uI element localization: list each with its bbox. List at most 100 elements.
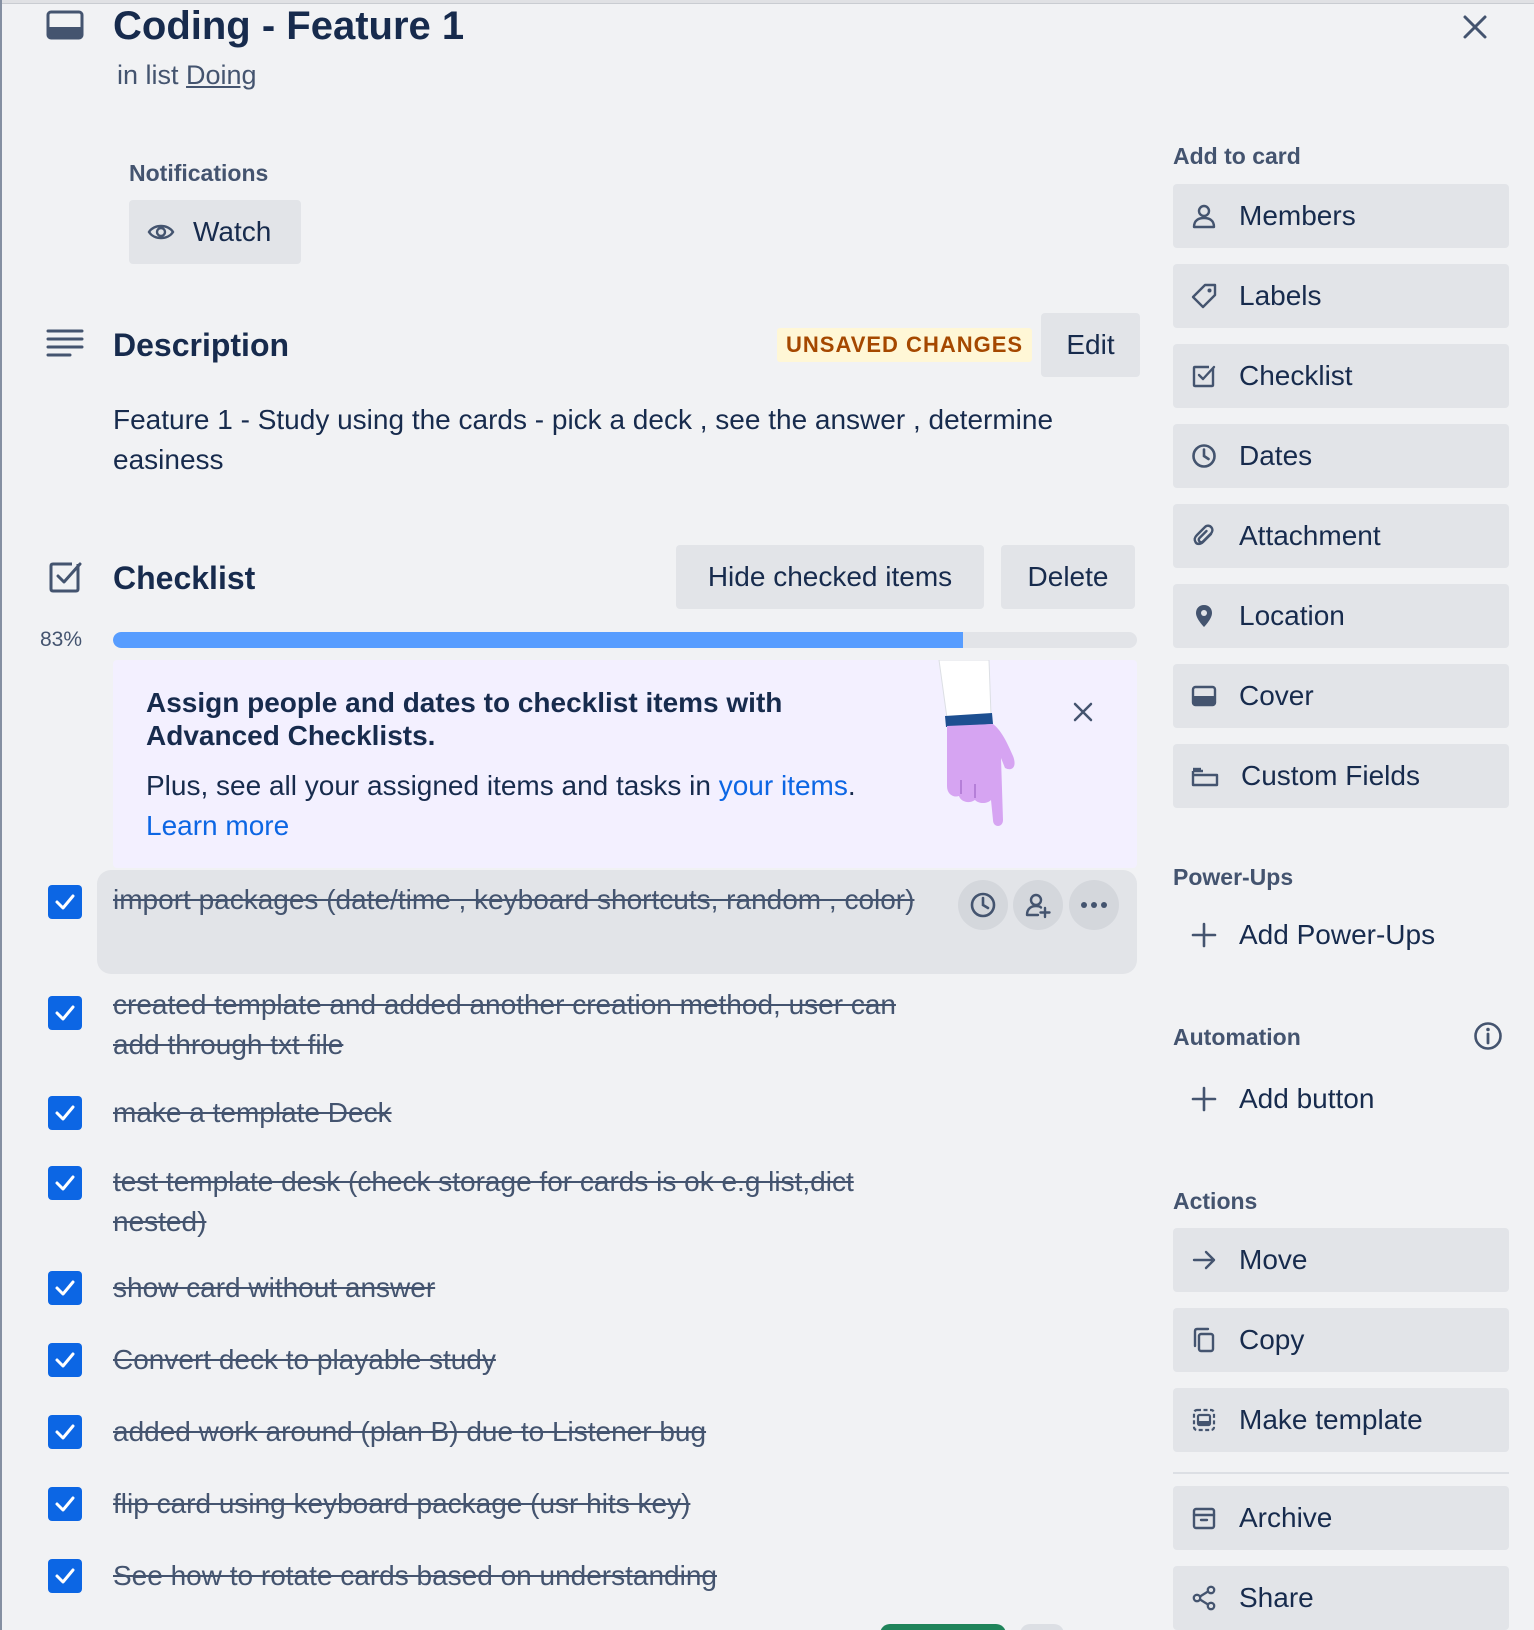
member-icon [1191,203,1217,229]
close-card-button[interactable] [1453,5,1497,49]
checklist-progress-fill [113,632,963,648]
item-due-date-button[interactable] [958,880,1008,930]
share-button[interactable]: Share [1173,1566,1509,1630]
members-button[interactable]: Members [1173,184,1509,248]
add-automation-button[interactable]: Add button [1173,1067,1509,1131]
location-label: Location [1239,600,1345,631]
add-to-card-label: Add to card [1173,143,1301,169]
clock-icon [970,892,996,918]
add-member-icon [1025,893,1051,919]
checkmark-icon [55,1568,75,1584]
checklist-item-checkbox[interactable] [48,1271,82,1305]
list-link[interactable]: Doing [186,60,257,90]
actions-divider [1173,1472,1509,1474]
checkmark-icon [55,1496,75,1512]
checklist-item-checkbox[interactable] [48,885,82,919]
checklist-item-checkbox[interactable] [48,1415,82,1449]
archive-button[interactable]: Archive [1173,1486,1509,1550]
dates-label: Dates [1239,440,1313,471]
watch-button[interactable]: Watch [129,200,301,264]
paperclip-icon [1191,523,1217,549]
checklist-item-checkbox[interactable] [48,1487,82,1521]
promo-body-prefix: Plus, see all your assigned items and ta… [146,770,719,801]
checklist-item-text[interactable]: Convert deck to playable study [113,1340,933,1380]
watch-label: Watch [193,216,272,247]
pointing-hand-illustration [938,660,1015,826]
attachment-button[interactable]: Attachment [1173,504,1509,568]
location-button[interactable]: Location [1173,584,1509,648]
checklist-icon [1191,363,1217,389]
copy-label: Copy [1239,1324,1305,1355]
make-template-button[interactable]: Make template [1173,1388,1509,1452]
hide-checked-items-button[interactable]: Hide checked items [676,545,984,609]
card-icon [46,10,84,40]
move-label: Move [1239,1244,1308,1275]
custom-fields-label: Custom Fields [1241,760,1420,791]
checklist-item-text[interactable]: added work around (plan B) due to Listen… [113,1412,933,1452]
checkmark-icon [55,1105,75,1121]
checklist-item-checkbox[interactable] [48,1166,82,1200]
copy-icon [1191,1327,1217,1353]
delete-checklist-button[interactable]: Delete [1001,545,1135,609]
checklist-item-text[interactable]: import packages (date/time , keyboard sh… [113,880,933,920]
checklist-progress-bar [113,632,1137,648]
learn-more-link[interactable]: Learn more [146,810,289,841]
power-ups-label: Power-Ups [1173,864,1294,890]
checkmark-icon [55,1352,75,1368]
attachment-label: Attachment [1239,520,1381,551]
description-text[interactable]: Feature 1 - Study using the cards - pick… [113,400,1103,480]
checklist-heading[interactable]: Checklist [113,560,255,597]
promo-close-button[interactable] [1063,692,1103,732]
description-heading: Description [113,327,290,363]
promo-body-suffix: . [847,770,856,801]
checklist-item-checkbox[interactable] [48,996,82,1030]
plus-icon [1191,922,1217,948]
location-pin-icon [1191,603,1217,629]
cover-button[interactable]: Cover [1173,664,1509,728]
checklist-item-text[interactable]: See how to rotate cards based on underst… [113,1556,933,1596]
actions-label: Actions [1173,1188,1258,1214]
description-icon [46,329,84,357]
checklist-item-checkbox[interactable] [48,1559,82,1593]
checklist-icon [49,562,82,593]
edit-description-button[interactable]: Edit [1041,313,1140,377]
checklist-item-text[interactable]: flip card using keyboard package (usr hi… [113,1484,933,1524]
item-assign-member-button[interactable] [1013,880,1063,930]
card-title[interactable]: Coding - Feature 1 [113,0,464,52]
custom-fields-button[interactable]: Custom Fields [1173,744,1509,808]
automation-info-button[interactable] [1469,1017,1507,1055]
checklist-button[interactable]: Checklist [1173,344,1509,408]
archive-icon [1192,1507,1216,1530]
checklist-item-text[interactable]: test template desk (check storage for ca… [113,1162,933,1242]
archive-label: Archive [1239,1502,1333,1533]
unsaved-changes-badge: UNSAVED CHANGES [777,328,1033,362]
checklist-percent: 83% [40,628,83,651]
checkmark-icon [55,894,75,910]
checklist-item-checkbox[interactable] [48,1096,82,1130]
share-label: Share [1239,1582,1314,1613]
template-icon [1191,1407,1217,1433]
checkmark-icon [55,1280,75,1296]
cover-icon [1191,683,1217,709]
move-button[interactable]: Move [1173,1228,1509,1292]
in-list-text: in list Doing [117,60,257,91]
checklist-item-text[interactable]: show card without answer [113,1268,933,1308]
labels-button[interactable]: Labels [1173,264,1509,328]
checklist-item-text[interactable]: make a template Deck [113,1093,933,1133]
cover-label: Cover [1239,680,1314,711]
checklist-item-text[interactable]: created template and added another creat… [113,985,933,1065]
cancel-button-partial[interactable] [1020,1624,1064,1630]
plus-icon [1191,1086,1217,1112]
add-power-ups-label: Add Power-Ups [1239,919,1436,950]
custom-fields-icon [1191,763,1219,789]
checklist-item-checkbox[interactable] [48,1343,82,1377]
arrow-right-icon [1191,1247,1217,1273]
add-power-ups-button[interactable]: Add Power-Ups [1173,903,1509,967]
dates-button[interactable]: Dates [1173,424,1509,488]
share-icon [1192,1585,1216,1611]
your-items-link[interactable]: your items [719,770,848,801]
item-more-actions-button[interactable] [1069,880,1119,930]
in-list-prefix: in list [117,60,179,90]
copy-button[interactable]: Copy [1173,1308,1509,1372]
save-button-partial[interactable] [880,1624,1006,1630]
